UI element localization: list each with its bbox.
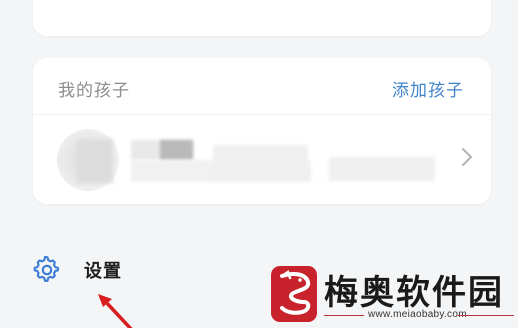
avatar-blur: [77, 139, 113, 183]
screen: 我的孩子 添加孩子 设置 梅奥软件园 www.meiaobaby.com: [0, 0, 518, 328]
child-list-item[interactable]: [33, 115, 491, 204]
child-info-blurred: [213, 145, 308, 179]
watermark: 梅奥软件园 www.meiaobaby.com: [270, 262, 518, 328]
settings-label: 设置: [84, 261, 122, 282]
child-detail-blurred: [329, 157, 435, 181]
watermark-rule: [324, 315, 364, 316]
gear-icon: [33, 255, 61, 288]
child-name-blurred: [160, 140, 193, 160]
watermark-rule: [458, 315, 514, 316]
annotation-arrow: [92, 292, 138, 328]
add-child-button[interactable]: 添加孩子: [392, 76, 464, 101]
watermark-url: www.meiaobaby.com: [368, 309, 467, 320]
chevron-right-icon: [461, 147, 473, 171]
settings-menu-item[interactable]: 设置: [33, 250, 233, 286]
my-children-card: 我的孩子 添加孩子: [33, 58, 491, 204]
top-card: [33, 0, 491, 36]
my-children-title: 我的孩子: [58, 81, 130, 101]
watermark-name: 梅奥软件园: [324, 273, 504, 313]
dragon-logo-icon: [270, 264, 318, 328]
